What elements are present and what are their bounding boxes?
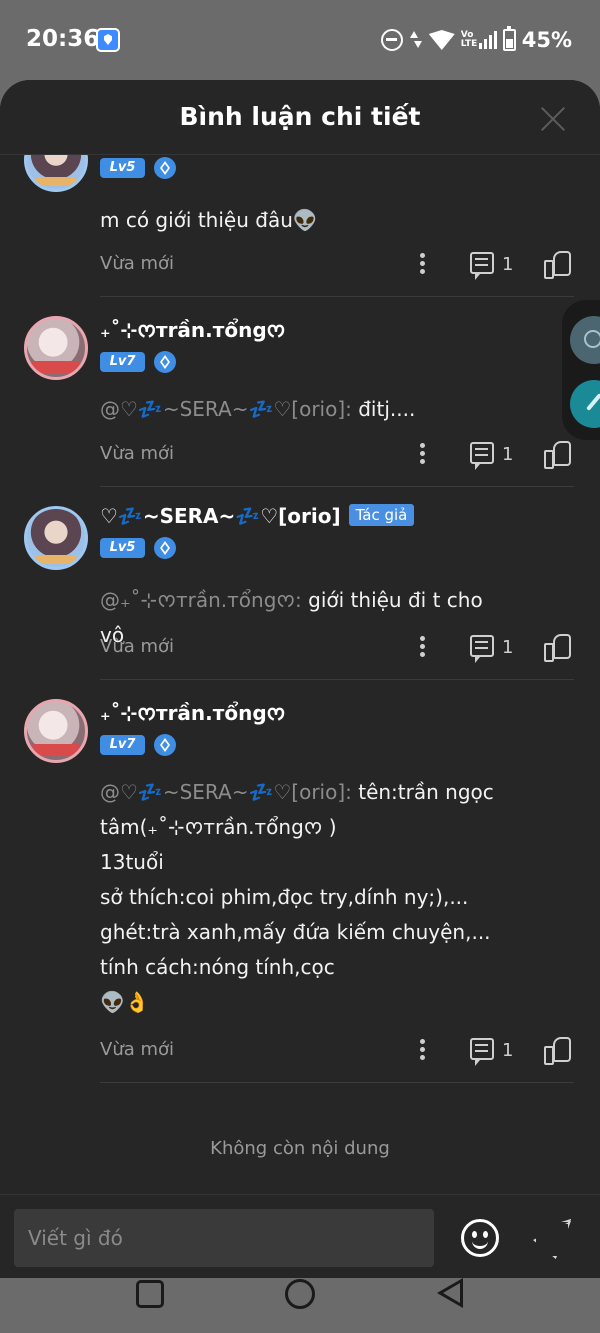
comment-text: @♡💤~SERA~💤♡[orio]: đitj.... xyxy=(100,397,416,421)
comment-input-bar xyxy=(0,1194,600,1278)
floating-actions xyxy=(562,300,600,440)
close-icon[interactable] xyxy=(540,106,566,132)
pen-icon[interactable] xyxy=(570,380,600,428)
fab-secondary-icon[interactable] xyxy=(570,316,600,364)
status-bar: 20:36 Vo LTE 45% xyxy=(0,0,600,80)
send-icon[interactable] xyxy=(530,1217,570,1257)
divider xyxy=(100,296,574,297)
dnd-icon xyxy=(380,29,403,51)
gem-icon xyxy=(154,157,176,179)
mention[interactable]: @♡💤~SERA~💤♡[orio]: xyxy=(100,780,352,804)
wifi-icon xyxy=(428,30,455,50)
comment-username[interactable]: ₊˚⊹ᰔтrần.тổngᰔ xyxy=(100,316,285,346)
level-badge: Lv7 xyxy=(100,352,145,372)
comment-time: Vừa mới xyxy=(100,253,175,274)
recents-icon[interactable] xyxy=(136,1280,164,1308)
comment-time: Vừa mới xyxy=(100,636,175,657)
like-icon[interactable] xyxy=(544,249,572,279)
level-badge: Lv5 xyxy=(100,158,145,178)
back-icon[interactable] xyxy=(437,1278,465,1310)
more-icon[interactable] xyxy=(416,1039,428,1063)
comment-username[interactable]: ₊˚⊹ᰔтrần.тổngᰔ xyxy=(100,699,285,729)
data-transfer-icon xyxy=(409,29,423,51)
author-badge: Tác giả xyxy=(348,504,415,526)
level-badge: Lv5 xyxy=(100,538,145,558)
reply-count: 1 xyxy=(502,1040,514,1061)
status-icons: Vo LTE 45% xyxy=(380,26,572,54)
reply-icon[interactable] xyxy=(470,635,494,663)
like-icon[interactable] xyxy=(544,632,572,662)
gem-icon xyxy=(154,537,176,559)
sheet-header: Bình luận chi tiết xyxy=(0,80,600,155)
comment-username[interactable]: ♡💤~SERA~💤♡[orio] Tác giả xyxy=(100,504,415,528)
divider xyxy=(100,679,574,680)
gem-icon xyxy=(154,734,176,756)
comment-time: Vừa mới xyxy=(100,1039,175,1060)
sheet-title: Bình luận chi tiết xyxy=(179,102,421,131)
reply-icon[interactable] xyxy=(470,1038,494,1066)
comment-meta: Vừa mới 1 xyxy=(100,1035,580,1066)
like-icon[interactable] xyxy=(544,439,572,469)
gem-icon xyxy=(154,351,176,373)
comment-sheet: Bình luận chi tiết Lv5 m có giới thiệu đ… xyxy=(0,80,600,1278)
reply-count: 1 xyxy=(502,637,514,658)
comment-meta: Vừa mới 1 xyxy=(100,249,580,280)
comment-meta: Vừa mới 1 xyxy=(100,632,580,663)
reply-icon[interactable] xyxy=(470,442,494,470)
level-badge: Lv7 xyxy=(100,735,145,755)
avatar[interactable] xyxy=(24,316,88,380)
comment-meta: Vừa mới 1 xyxy=(100,439,580,470)
mention[interactable]: @♡💤~SERA~💤♡[orio]: xyxy=(100,397,352,421)
signal-icon xyxy=(478,31,497,49)
mention[interactable]: @₊˚⊹ᰔтrần.тổngᰔ: xyxy=(100,588,302,612)
more-icon[interactable] xyxy=(416,253,428,277)
avatar[interactable] xyxy=(24,699,88,763)
divider xyxy=(100,486,574,487)
volte-label: Vo LTE xyxy=(460,30,478,49)
comment-time: Vừa mới xyxy=(100,443,175,464)
reply-count: 1 xyxy=(502,444,514,465)
home-icon[interactable] xyxy=(285,1279,315,1309)
more-icon[interactable] xyxy=(416,636,428,660)
avatar[interactable] xyxy=(24,506,88,570)
divider xyxy=(100,1082,574,1083)
emoji-icon[interactable] xyxy=(461,1219,499,1257)
like-icon[interactable] xyxy=(544,1035,572,1065)
battery-icon xyxy=(502,26,516,51)
reply-icon[interactable] xyxy=(470,252,494,280)
comment-input[interactable] xyxy=(14,1209,434,1267)
comment-text: @♡💤~SERA~💤♡[orio]: tên:trần ngọc tâm(₊˚⊹… xyxy=(100,780,494,1014)
shield-icon xyxy=(96,28,120,52)
status-time: 20:36 xyxy=(26,26,100,52)
battery-percent: 45% xyxy=(521,28,572,52)
end-of-content: Không còn nội dung xyxy=(210,1138,390,1159)
comment-text: m có giới thiệu đâu👽 xyxy=(100,208,318,232)
reply-count: 1 xyxy=(502,254,514,275)
more-icon[interactable] xyxy=(416,443,428,467)
